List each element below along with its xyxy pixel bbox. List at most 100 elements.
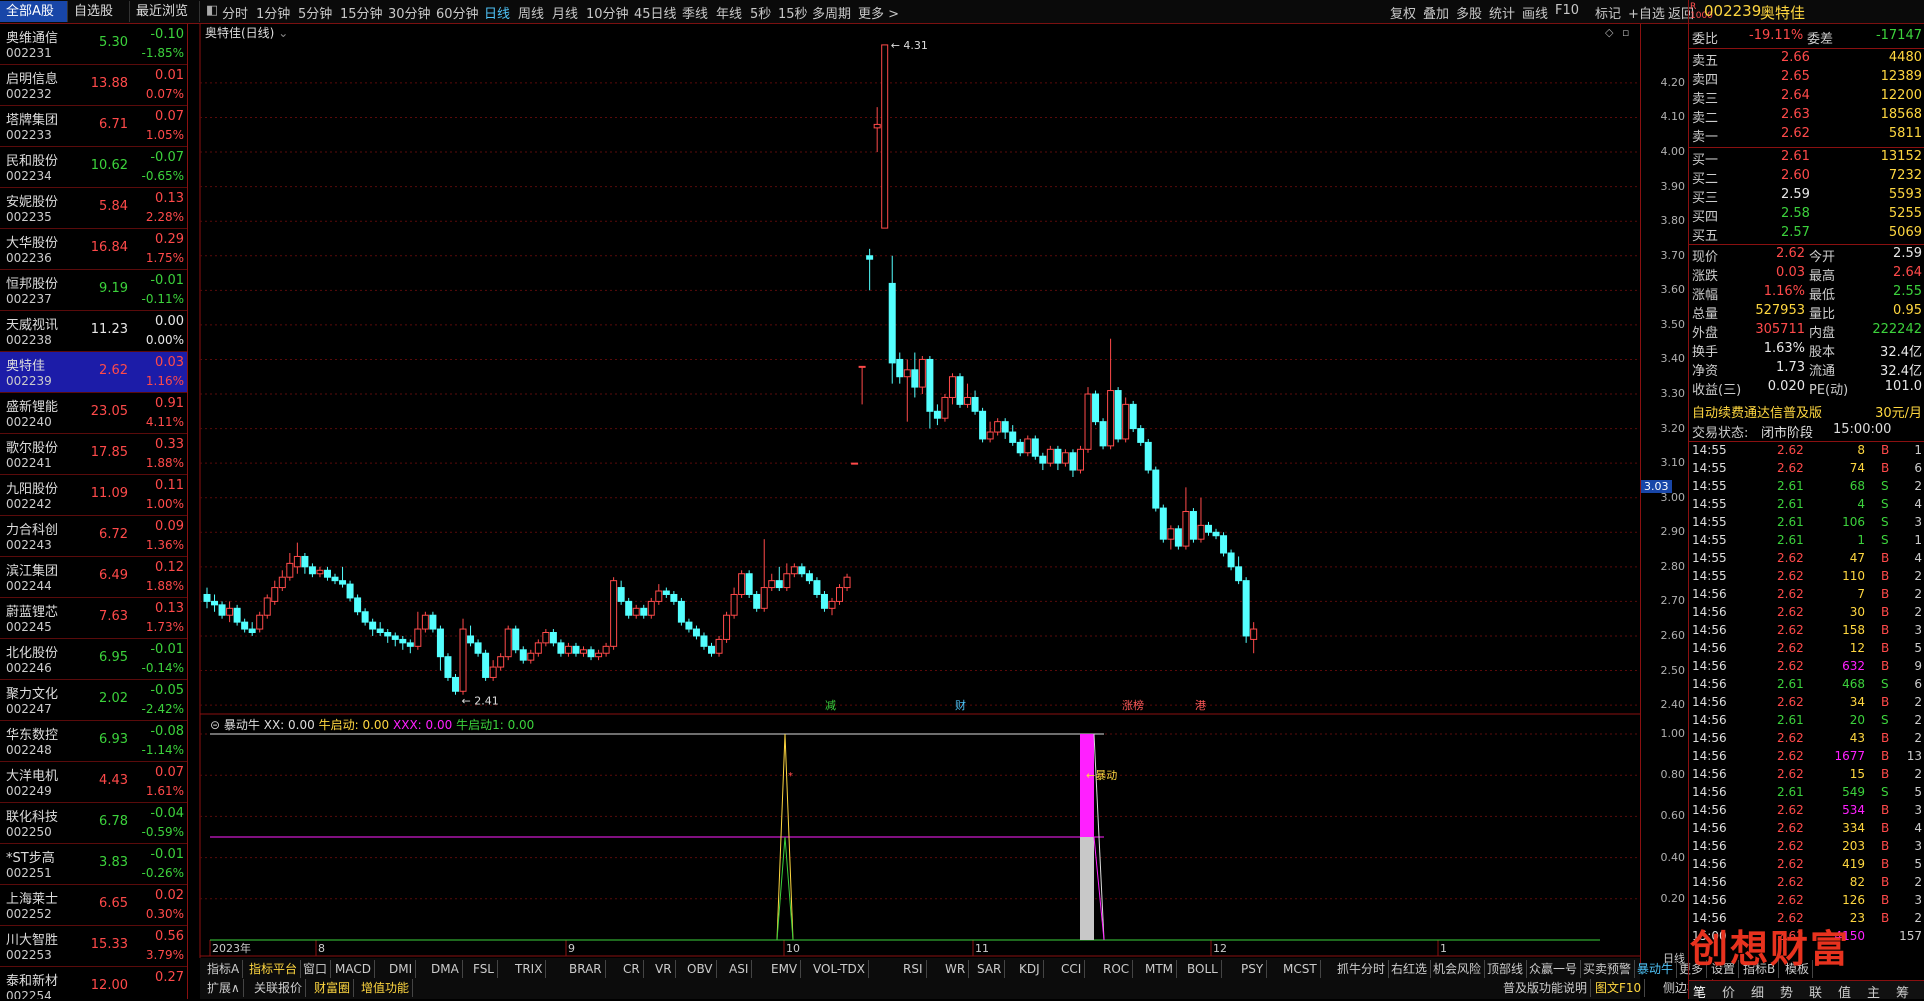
indicator-tab-12[interactable]: ASI [726,960,753,978]
candle-body [1046,448,1054,464]
date-label: 1 [1440,942,1447,955]
candle-body [436,628,444,658]
candle-body [700,635,708,647]
indicator-tab-15[interactable]: RSI [900,960,927,978]
indicator-tab-22[interactable]: BOLL [1184,960,1222,978]
candle-body [820,593,828,609]
candle-body [1212,531,1220,537]
candle-body [1069,452,1077,471]
indicator-tab-13[interactable]: EMV [768,960,802,978]
indicator-settings-icon[interactable]: ⊝ [210,718,220,732]
right-tab-4[interactable]: 联 [1809,982,1822,1001]
kline-chart[interactable]: ← 4.31← 2.41 减财涨榜 港2023年 8 9 10 11 12 1* ←暴动 [0,0,1924,999]
bid-price: 2.61 [1781,149,1810,164]
price-axis: 4.20 4.10 4.00 3.90 3.80 3.70 3.60 3.50 3.40 3.30… [1640,24,1688,965]
indicator-tab-16[interactable]: WR [942,960,970,978]
right-tab-3[interactable]: 势 [1780,982,1793,1001]
indicator-tab-21[interactable]: MTM [1142,960,1178,978]
indicator-tab-5[interactable]: DMA [428,960,463,978]
tick-row: 14:56 2.62 334 B 4 [1689,821,1924,839]
stat-value-2: 0.95 [1893,303,1922,318]
indicator-tab-25[interactable]: 抓牛分时 [1334,960,1390,978]
tick-row: 14:56 2.62 203 B 3 [1689,839,1924,857]
indicator-tab-28[interactable]: 顶部线 [1484,960,1528,978]
tick-time: 14:56 [1692,695,1727,709]
stat-row: 涨幅 1.16% 最低 2.55 [1689,284,1924,303]
indicator-tab-4[interactable]: DMI [386,960,417,978]
tick-row: 14:56 2.62 34 B 2 [1689,695,1924,713]
ask-volume: 12389 [1880,69,1922,84]
indicator-tab-20[interactable]: ROC [1100,960,1134,978]
ask-label: 卖一 [1692,130,1719,145]
status-time: 15:00:00 [1833,422,1892,437]
indicator-tab-1[interactable]: 指标平台 [246,960,302,978]
indicator-tab-10[interactable]: VR [652,960,676,978]
right-tab-7[interactable]: 筹 [1896,982,1909,1001]
right-tab-0[interactable]: 笔 [1693,982,1706,1001]
tick-price: 2.62 [1777,623,1804,637]
tick-count: 4 [1914,821,1922,835]
price-tick: 3.40 [1660,352,1686,366]
indicator-tab-27[interactable]: 机会风险 [1430,960,1486,978]
stat-value: 2.62 [1776,246,1805,261]
indicator-tab-19[interactable]: CCI [1058,960,1086,978]
indicator-tab-0[interactable]: 指标A [204,960,244,978]
indicator-tab-26[interactable]: 右红选 [1388,960,1432,978]
tick-side: B [1881,461,1890,475]
help-tab-0[interactable]: 普及版功能说明 [1500,979,1592,997]
tick-time: 14:55 [1692,533,1727,547]
date-label: 9 [568,942,575,955]
right-tab-2[interactable]: 细 [1751,982,1764,1001]
tick-time: 14:55 [1692,479,1727,493]
tick-price: 2.62 [1777,839,1804,853]
indicator-tab-30[interactable]: 买卖预警 [1580,960,1636,978]
candle-body [858,365,866,368]
stat-label-2: 流通 [1809,364,1836,379]
bid-row: 买五 2.57 5069 [1689,225,1924,244]
ask-label: 卖二 [1692,111,1719,126]
candle-body [1084,393,1092,450]
indicator-tab-6[interactable]: FSL [470,960,498,978]
bid-volume: 13152 [1880,149,1922,164]
promo-price[interactable]: 30元/月 [1875,402,1922,421]
quote-panel: 委比 -19.11% 委差 -17147 卖五 2.66 4480 卖四 2.65 12389 卖三… [1688,0,1924,1001]
tick-price: 2.62 [1777,893,1804,907]
indicator-tab-2[interactable]: 窗口 [300,960,332,978]
candle-body [595,652,603,658]
indicator-tab-18[interactable]: KDJ [1016,960,1044,978]
indicator-tab-14[interactable]: VOL-TDX [810,960,869,978]
ext-tab-1[interactable]: 关联报价 [251,979,307,997]
candle-body [391,635,399,640]
weicha-label: 委差 [1807,32,1834,47]
stat-label: 现价 [1692,250,1719,265]
indicator-tab-11[interactable]: OBV [684,960,717,978]
right-tab-1[interactable]: 价 [1722,982,1735,1001]
ext-tab-3[interactable]: 增值功能 [358,979,414,997]
indicator-tab-23[interactable]: PSY [1238,960,1268,978]
indicator-title: ⊝ 暴动牛 XX: 0.00 牛启动: 0.00 XXX: 0.00 牛启动1:… [210,716,534,733]
right-tab-6[interactable]: 主 [1867,982,1880,1001]
indicator-tab-31[interactable]: 暴动牛 [1634,960,1678,978]
price-tick: 3.70 [1660,248,1686,262]
candle-body [421,614,429,630]
ext-tab-0[interactable]: 扩展∧ [204,979,244,997]
indicator-tab-24[interactable]: MCST [1280,960,1321,978]
indicator-tab-9[interactable]: CR [620,960,644,978]
ask-row: 卖四 2.65 12389 [1689,69,1924,88]
indicator-tab-8[interactable]: BRAR [566,960,606,978]
indicator-tab-7[interactable]: TRIX [512,960,547,978]
indicator-nqd1: 牛启动1: 0.00 [456,718,535,732]
indicator-tab-17[interactable]: SAR [974,960,1006,978]
candle-body [1182,511,1190,547]
indicator-tab-3[interactable]: MACD [332,960,375,978]
boom-decay-2 [1093,836,1105,941]
indicator-tab-29[interactable]: 众赢一号 [1526,960,1582,978]
candle-body [836,587,844,602]
promo-text[interactable]: 自动续费通达信普及版 [1692,402,1822,421]
tick-side: B [1881,893,1890,907]
ext-tab-2[interactable]: 财富圈 [311,979,355,997]
right-tab-5[interactable]: 值 [1838,982,1851,1001]
stat-value: 0.03 [1776,265,1805,280]
help-tab-1[interactable]: 图文F10 [1592,979,1646,997]
tick-price: 2.62 [1777,821,1804,835]
